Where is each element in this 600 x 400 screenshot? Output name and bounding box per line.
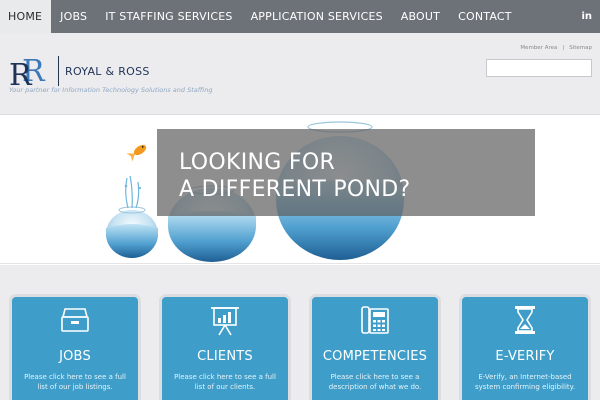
file-drawer-icon xyxy=(61,308,89,332)
nav-application-services[interactable]: APPLICATION SERVICES xyxy=(242,0,392,33)
card-e-verify[interactable]: E-VERIFY E-Verify, an Internet-based sys… xyxy=(459,294,591,400)
nav-about[interactable]: ABOUT xyxy=(392,0,449,33)
card-competencies[interactable]: COMPETENCIES Please click here to see a … xyxy=(309,294,441,400)
card-title: E-VERIFY xyxy=(495,349,555,364)
card-description: Please click here to see a description o… xyxy=(328,373,422,391)
linkedin-icon[interactable]: in xyxy=(581,0,592,33)
top-nav: HOME JOBS IT STAFFING SERVICES APPLICATI… xyxy=(0,0,600,33)
nav-it-staffing-services[interactable]: IT STAFFING SERVICES xyxy=(96,0,241,33)
utility-links: Member Area | Sitemap xyxy=(520,45,592,51)
presentation-board-icon xyxy=(211,307,239,336)
card-title: CLIENTS xyxy=(197,349,253,364)
nav-jobs[interactable]: JOBS xyxy=(51,0,96,33)
card-title: JOBS xyxy=(59,349,91,364)
card-clients[interactable]: CLIENTS Please click here to see a full … xyxy=(159,294,291,400)
page: HOME JOBS IT STAFFING SERVICES APPLICATI… xyxy=(0,0,600,400)
site-header: R R ROYAL & ROSS Your partner for Inform… xyxy=(0,33,600,115)
goldfish xyxy=(126,144,147,162)
site-logo[interactable]: R R ROYAL & ROSS xyxy=(8,53,150,89)
search-input[interactable] xyxy=(486,59,592,77)
utility-separator: | xyxy=(562,45,565,51)
nav-home[interactable]: HOME xyxy=(0,0,52,33)
card-description: Please click here to see a full list of … xyxy=(24,373,126,391)
logo-wordmark: ROYAL & ROSS xyxy=(65,64,150,78)
hero-banner: LOOKING FOR A DIFFERENT POND? xyxy=(0,116,600,264)
tagline: Your partner for Information Technology … xyxy=(9,86,213,94)
card-jobs[interactable]: JOBS Please click here to see a full lis… xyxy=(9,294,141,400)
svg-text:R: R xyxy=(9,58,33,89)
card-title: COMPETENCIES xyxy=(322,349,428,364)
hero-headline-line-2: A DIFFERENT POND? xyxy=(179,177,411,202)
nav-contact[interactable]: CONTACT xyxy=(449,0,521,33)
card-description: Please click here to see a full list of … xyxy=(174,373,276,391)
card-description: E-Verify, an Internet-based system confi… xyxy=(474,373,576,391)
hourglass-icon xyxy=(515,306,535,334)
telephone-icon xyxy=(361,306,389,334)
small-fishbowl xyxy=(106,206,158,258)
hero-headline-line-1: LOOKING FOR xyxy=(179,150,336,175)
member-area-link[interactable]: Member Area xyxy=(520,45,557,51)
hero-headline-box: LOOKING FOR A DIFFERENT POND? xyxy=(157,129,535,216)
logo-divider xyxy=(58,56,59,86)
logo-monogram-icon: R R xyxy=(9,54,46,89)
sitemap-link[interactable]: Sitemap xyxy=(569,45,592,51)
